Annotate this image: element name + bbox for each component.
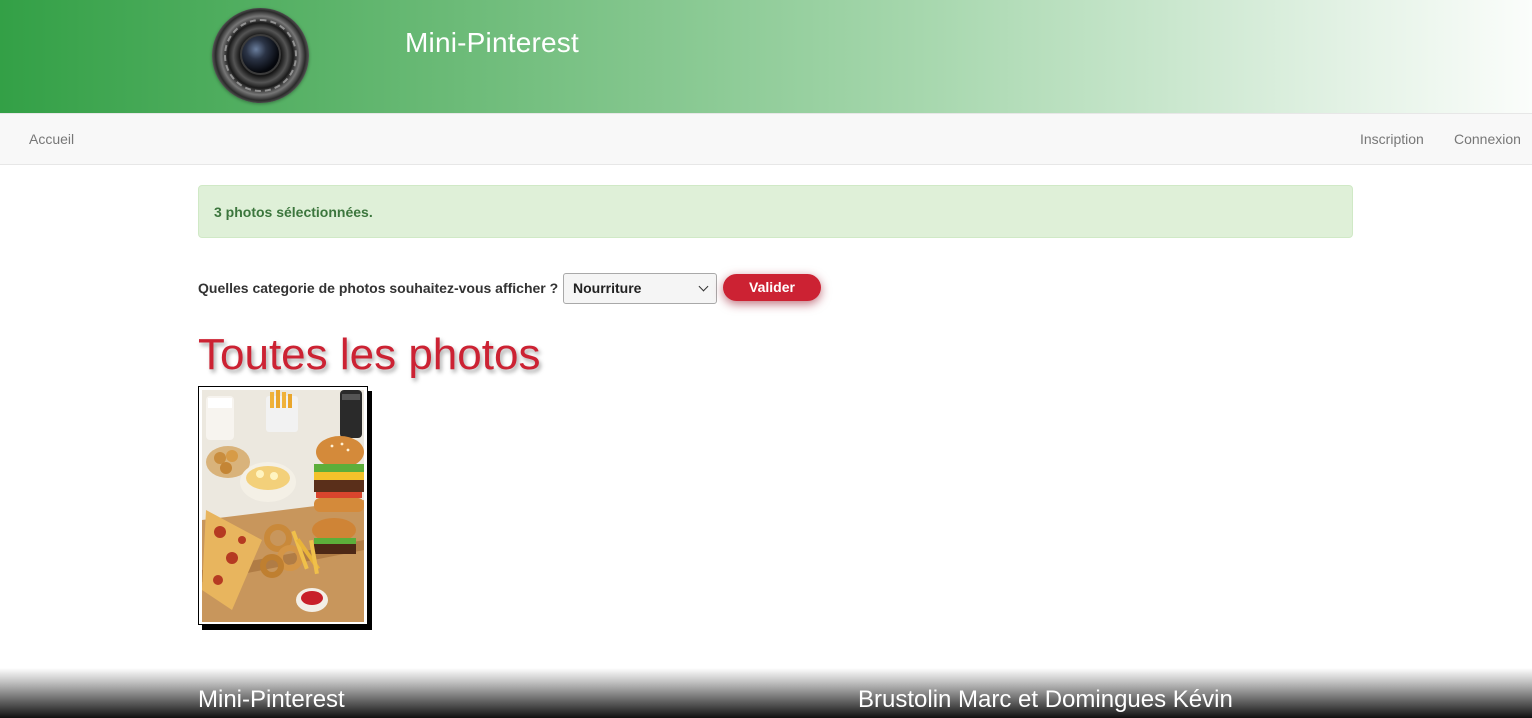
alert-message: 3 photos sélectionnées. xyxy=(214,204,373,220)
nav-register-link[interactable]: Inscription xyxy=(1360,131,1424,147)
category-label: Quelles categorie de photos souhaitez-vo… xyxy=(198,280,559,296)
validate-button[interactable]: Valider xyxy=(723,274,821,301)
camera-lens-icon xyxy=(212,8,309,103)
footer: Mini-Pinterest Brustolin Marc et Domingu… xyxy=(0,668,1532,718)
section-title: Toutes les photos xyxy=(198,330,541,379)
chevron-down-icon xyxy=(698,281,709,292)
site-title: Mini-Pinterest xyxy=(405,27,579,58)
success-alert: 3 photos sélectionnées. xyxy=(198,185,1353,238)
fast-food-illustration xyxy=(202,390,364,622)
navbar: Accueil Inscription Connexion xyxy=(0,113,1532,165)
nav-login-link[interactable]: Connexion xyxy=(1454,131,1521,147)
category-select[interactable]: Nourriture xyxy=(563,273,717,304)
footer-site-name: Mini-Pinterest xyxy=(198,686,345,713)
lens-glass xyxy=(240,34,281,75)
nav-home-link[interactable]: Accueil xyxy=(29,131,74,147)
photo-card[interactable] xyxy=(198,386,368,625)
category-selected-value: Nourriture xyxy=(573,280,642,296)
footer-authors: Brustolin Marc et Domingues Kévin xyxy=(858,686,1233,713)
fast-food-photo[interactable] xyxy=(202,390,364,622)
header-banner: Mini-Pinterest xyxy=(0,0,1532,113)
